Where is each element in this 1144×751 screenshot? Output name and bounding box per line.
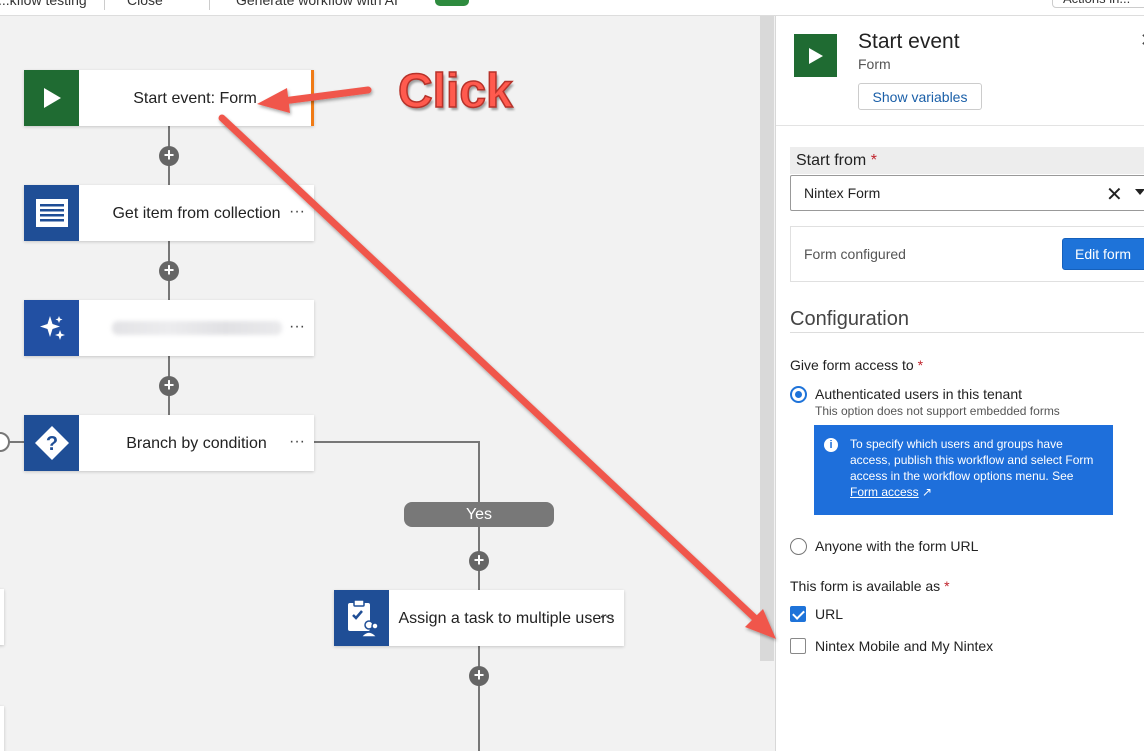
node-label-redacted xyxy=(79,321,314,335)
radio-label: Authenticated users in this tenant xyxy=(815,386,1023,402)
toolbar-divider xyxy=(209,0,210,10)
generate-workflow-button[interactable]: Generate workflow with AI xyxy=(236,0,398,8)
actions-button[interactable]: Actions in... xyxy=(1052,0,1144,8)
radio-label: Anyone with the form URL xyxy=(815,538,979,554)
panel-subtitle: Form xyxy=(858,56,891,72)
start-from-label: Start from * xyxy=(790,147,1144,174)
available-as-label: This form is available as * xyxy=(790,578,950,594)
checkbox-label: Nintex Mobile and My Nintex xyxy=(815,638,994,654)
offscreen-node[interactable] xyxy=(0,589,4,645)
form-configured-text: Form configured xyxy=(804,246,906,262)
ai-action-node[interactable]: ··· xyxy=(24,300,314,356)
panel-title: Start event xyxy=(858,30,960,53)
form-access-link[interactable]: Form access xyxy=(850,485,919,499)
get-item-node[interactable]: Get item from collection ··· xyxy=(24,185,314,241)
add-step-button[interactable]: + xyxy=(159,146,179,166)
document-list-icon xyxy=(24,185,79,241)
top-toolbar: ...kflow testing Close Generate workflow… xyxy=(0,0,1144,16)
click-annotation: Click xyxy=(397,64,513,119)
checkbox-nintex-mobile[interactable] xyxy=(790,638,806,654)
add-step-button[interactable]: + xyxy=(159,376,179,396)
start-event-node[interactable]: Start event: Form xyxy=(24,70,314,126)
radio-help-text: This option does not support embedded fo… xyxy=(815,404,1060,418)
node-menu-button[interactable]: ··· xyxy=(599,608,615,626)
collapse-branch-icon[interactable] xyxy=(0,432,10,452)
checkbox-url[interactable] xyxy=(790,606,806,622)
branch-yes-label[interactable]: Yes xyxy=(404,502,554,527)
play-icon xyxy=(794,34,837,77)
node-menu-button[interactable]: ··· xyxy=(289,433,305,451)
add-step-button[interactable]: + xyxy=(469,551,489,571)
clear-icon[interactable]: ✕ xyxy=(1106,182,1123,207)
node-label: Assign a task to multiple users xyxy=(398,609,615,627)
branch-condition-node[interactable]: ? Branch by condition ··· xyxy=(24,415,314,471)
close-icon[interactable]: ✕ xyxy=(1140,30,1144,51)
add-step-button[interactable]: + xyxy=(159,261,179,281)
info-notice: i To specify which users and groups have… xyxy=(814,425,1113,515)
node-menu-button[interactable]: ··· xyxy=(289,318,305,336)
workflow-testing-button[interactable]: ...kflow testing xyxy=(0,0,87,8)
canvas-scrollbar[interactable] xyxy=(760,16,774,661)
play-icon xyxy=(24,70,79,126)
clipboard-users-icon xyxy=(334,590,389,646)
new-badge xyxy=(435,0,469,6)
info-icon: i xyxy=(824,438,838,452)
properties-panel: Start event Form Show variables ✕ Start … xyxy=(775,16,1144,751)
show-variables-button[interactable]: Show variables xyxy=(858,83,982,110)
node-label: Branch by condition xyxy=(126,434,267,452)
connector-line xyxy=(313,441,480,443)
node-label: Get item from collection xyxy=(112,204,281,222)
close-button[interactable]: Close xyxy=(127,0,163,8)
node-label: Start event: Form xyxy=(133,89,257,107)
question-diamond-icon: ? xyxy=(24,415,79,471)
radio-anyone-with-url[interactable] xyxy=(790,538,807,555)
chevron-down-icon[interactable] xyxy=(1135,189,1144,195)
divider xyxy=(790,332,1144,333)
add-step-button[interactable]: + xyxy=(469,666,489,686)
offscreen-node[interactable] xyxy=(0,706,4,751)
svg-text:?: ? xyxy=(45,433,57,455)
workflow-canvas[interactable]: + + + + + Start event: Form Get item fro… xyxy=(0,16,775,751)
radio-authenticated-users[interactable] xyxy=(790,386,807,403)
checkbox-label: URL xyxy=(815,606,844,622)
node-menu-button[interactable]: ··· xyxy=(289,203,305,221)
form-configured-box: Form configured Edit form xyxy=(790,226,1144,282)
form-access-label: Give form access to * xyxy=(790,357,924,373)
configuration-heading: Configuration xyxy=(790,308,909,330)
assign-task-node[interactable]: Assign a task to multiple users ··· xyxy=(334,590,624,646)
toolbar-divider xyxy=(104,0,105,10)
panel-header: Start event Form Show variables ✕ xyxy=(776,16,1144,126)
edit-form-button[interactable]: Edit form xyxy=(1062,238,1144,270)
start-from-select[interactable]: Nintex Form xyxy=(790,175,1144,211)
external-link-icon: ↗ xyxy=(922,485,933,499)
sparkle-icon xyxy=(24,300,79,356)
